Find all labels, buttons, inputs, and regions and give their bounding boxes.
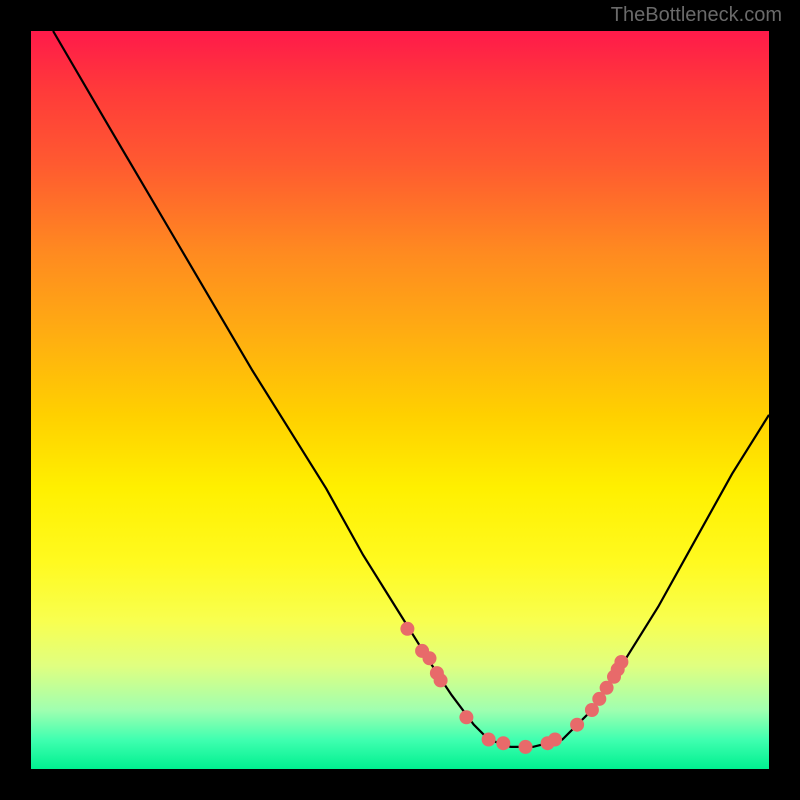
- marker-point: [519, 740, 533, 754]
- marker-point: [496, 736, 510, 750]
- marker-point: [459, 710, 473, 724]
- marker-point: [400, 622, 414, 636]
- marker-point: [434, 673, 448, 687]
- marker-point: [570, 718, 584, 732]
- marker-point: [614, 655, 628, 669]
- highlight-markers: [400, 622, 628, 754]
- bottleneck-curve-line: [53, 31, 769, 747]
- marker-point: [548, 733, 562, 747]
- marker-point: [482, 733, 496, 747]
- chart-overlay: [31, 31, 769, 769]
- watermark-text: TheBottleneck.com: [611, 4, 782, 27]
- marker-point: [423, 651, 437, 665]
